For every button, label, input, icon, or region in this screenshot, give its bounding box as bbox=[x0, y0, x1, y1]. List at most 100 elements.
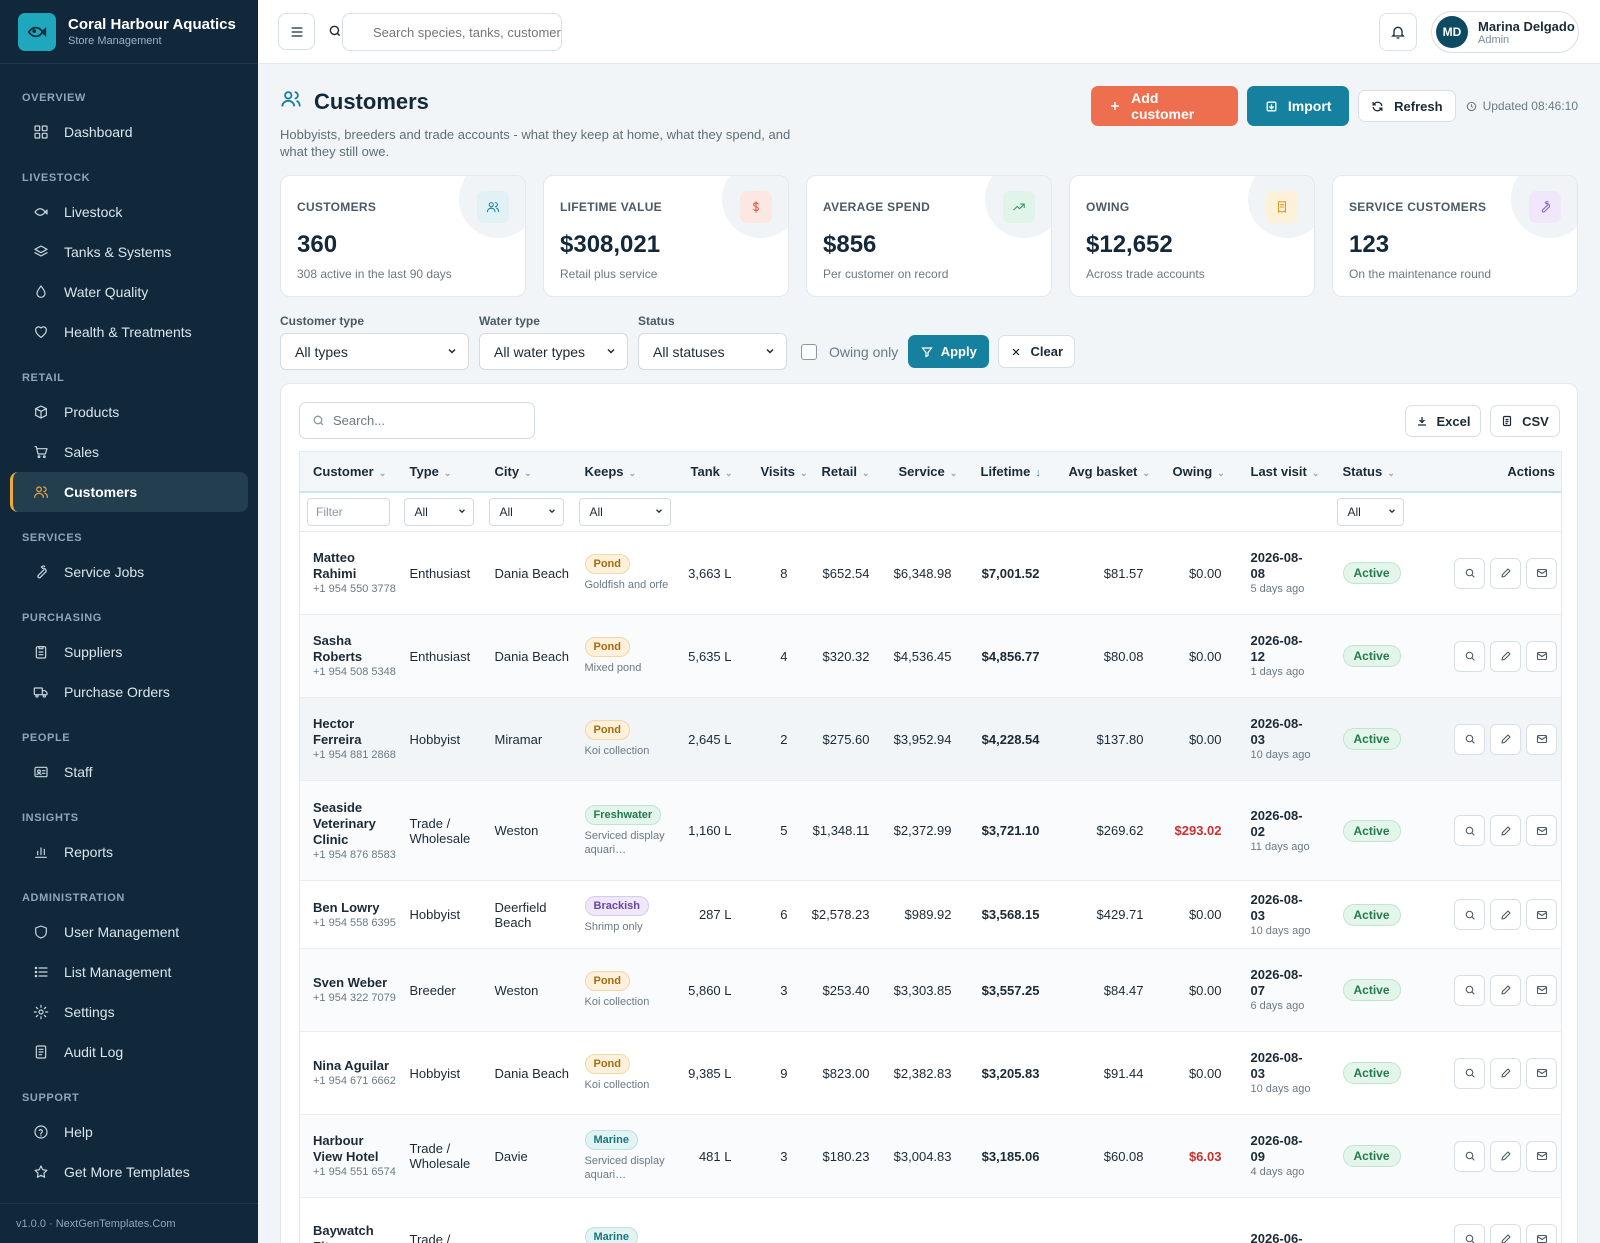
type-column-filter[interactable]: All bbox=[403, 497, 474, 526]
customer-column-filter[interactable]: Filter bbox=[307, 497, 390, 526]
col-lifetime[interactable]: Lifetime ↓ bbox=[967, 451, 1056, 493]
customer-type-select[interactable]: All types bbox=[280, 333, 469, 370]
view-customer-button[interactable] bbox=[1454, 723, 1485, 755]
customer-name[interactable]: Harbour View Hotel bbox=[313, 1133, 397, 1165]
table-row[interactable]: Sasha Roberts +1 954 508 5348 Enthusiast Da… bbox=[299, 614, 1562, 698]
edit-customer-button[interactable] bbox=[1490, 640, 1521, 672]
col-customer[interactable]: Customer ⌄ bbox=[299, 451, 397, 493]
sidebar-item-help[interactable]: Help bbox=[10, 1112, 248, 1152]
sidebar-item-tanks-systems[interactable]: Tanks & Systems bbox=[10, 232, 248, 272]
col-avg-basket[interactable]: Avg basket ⌄ bbox=[1055, 451, 1160, 493]
customer-name[interactable]: Matteo Rahimi bbox=[313, 550, 397, 582]
email-customer-button[interactable] bbox=[1526, 1057, 1557, 1089]
user-menu[interactable]: MD Marina Delgado Admin bbox=[1431, 11, 1579, 53]
customer-name[interactable]: Nina Aguilar bbox=[313, 1058, 397, 1074]
customer-name[interactable]: Hector Ferreira bbox=[313, 716, 397, 748]
sidebar-item-get-more-templates[interactable]: Get More Templates bbox=[10, 1152, 248, 1192]
view-customer-button[interactable] bbox=[1454, 640, 1485, 672]
email-customer-button[interactable] bbox=[1526, 815, 1557, 846]
import-button[interactable]: Import bbox=[1247, 86, 1350, 126]
col-city[interactable]: City ⌄ bbox=[481, 451, 572, 493]
customer-name[interactable]: Sven Weber bbox=[313, 975, 397, 991]
customer-name[interactable]: Seaside Veterinary Clinic bbox=[313, 800, 397, 848]
sidebar-item-health-treatments[interactable]: Health & Treatments bbox=[10, 312, 248, 352]
sidebar-item-sales[interactable]: Sales bbox=[10, 432, 248, 472]
edit-customer-button[interactable] bbox=[1490, 1140, 1521, 1172]
col-owing[interactable]: Owing ⌄ bbox=[1159, 451, 1238, 493]
edit-customer-button[interactable] bbox=[1490, 557, 1521, 589]
table-row[interactable]: Seaside Veterinary Clinic +1 954 876 8583… bbox=[299, 780, 1562, 881]
sidebar-item-suppliers[interactable]: Suppliers bbox=[10, 632, 248, 672]
edit-customer-button[interactable] bbox=[1490, 723, 1521, 755]
sidebar-item-dashboard[interactable]: Dashboard bbox=[10, 112, 248, 152]
col-visits[interactable]: Visits ⌄ bbox=[747, 451, 808, 493]
view-customer-button[interactable] bbox=[1454, 899, 1485, 930]
table-row[interactable]: Matteo Rahimi +1 954 550 3778 Enthusiast Da… bbox=[299, 531, 1562, 615]
sidebar-item-reports[interactable]: Reports bbox=[10, 832, 248, 872]
sidebar-item-audit-log[interactable]: Audit Log bbox=[10, 1032, 248, 1072]
city-column-filter[interactable]: All bbox=[488, 497, 564, 526]
view-customer-button[interactable] bbox=[1454, 1223, 1485, 1243]
col-tank[interactable]: Tank ⌄ bbox=[677, 451, 748, 493]
col-service[interactable]: Service ⌄ bbox=[885, 451, 968, 493]
water-type-select[interactable]: All water types bbox=[479, 333, 628, 370]
status-select[interactable]: All statuses bbox=[638, 333, 787, 370]
refresh-button[interactable]: Refresh bbox=[1358, 90, 1456, 122]
email-customer-button[interactable] bbox=[1526, 1140, 1557, 1172]
view-customer-button[interactable] bbox=[1454, 557, 1485, 589]
edit-customer-button[interactable] bbox=[1490, 899, 1521, 930]
keeps-column-filter[interactable]: All bbox=[578, 497, 671, 526]
export-csv-button[interactable]: CSV bbox=[1490, 405, 1560, 437]
status-column-filter[interactable]: All bbox=[1336, 497, 1404, 526]
clear-filters-button[interactable]: Clear bbox=[998, 335, 1076, 368]
edit-customer-button[interactable] bbox=[1490, 815, 1521, 846]
add-customer-button[interactable]: Add customer bbox=[1091, 86, 1239, 126]
table-search-input[interactable]: Search... bbox=[299, 402, 535, 439]
col-keeps[interactable]: Keeps ⌄ bbox=[571, 451, 678, 493]
view-customer-button[interactable] bbox=[1454, 815, 1485, 846]
col-type[interactable]: Type ⌄ bbox=[396, 451, 482, 493]
email-customer-button[interactable] bbox=[1526, 974, 1557, 1006]
notifications-button[interactable] bbox=[1379, 13, 1417, 51]
view-customer-button[interactable] bbox=[1454, 1140, 1485, 1172]
sidebar-item-livestock[interactable]: Livestock bbox=[10, 192, 248, 232]
col-last-visit[interactable]: Last visit ⌄ bbox=[1237, 451, 1330, 493]
customer-name[interactable]: Baywatch Fitness bbox=[313, 1223, 397, 1243]
edit-customer-button[interactable] bbox=[1490, 1057, 1521, 1089]
table-row[interactable]: Hector Ferreira +1 954 881 2868 Hobbyist Mi… bbox=[299, 697, 1562, 781]
table-row[interactable]: Baywatch Fitness Trade / Marine 2026-06- bbox=[299, 1197, 1562, 1243]
sidebar-item-settings[interactable]: Settings bbox=[10, 992, 248, 1032]
global-search-input[interactable] bbox=[342, 13, 562, 51]
table-row[interactable]: Harbour View Hotel +1 954 551 6574 Trade /… bbox=[299, 1114, 1562, 1198]
edit-customer-button[interactable] bbox=[1490, 1223, 1521, 1243]
table-row[interactable]: Sven Weber +1 954 322 7079 Breeder Weston Po… bbox=[299, 948, 1562, 1032]
email-customer-button[interactable] bbox=[1526, 723, 1557, 755]
owing-only-checkbox[interactable] bbox=[801, 343, 817, 360]
customer-name[interactable]: Ben Lowry bbox=[313, 900, 397, 916]
customer-name[interactable]: Sasha Roberts bbox=[313, 633, 397, 665]
email-customer-button[interactable] bbox=[1526, 899, 1557, 930]
email-customer-button[interactable] bbox=[1526, 640, 1557, 672]
col-retail[interactable]: Retail ⌄ bbox=[803, 451, 886, 493]
sidebar-item-water-quality[interactable]: Water Quality bbox=[10, 272, 248, 312]
view-customer-button[interactable] bbox=[1454, 1057, 1485, 1089]
sidebar-item-customers[interactable]: Customers bbox=[10, 472, 248, 512]
apply-filters-button[interactable]: Apply bbox=[908, 335, 990, 368]
table-row[interactable]: Nina Aguilar +1 954 671 6662 Hobbyist Dania… bbox=[299, 1031, 1562, 1115]
sidebar-item-products[interactable]: Products bbox=[10, 392, 248, 432]
view-customer-button[interactable] bbox=[1454, 974, 1485, 1006]
owing-only-toggle[interactable]: Owing only bbox=[801, 333, 898, 370]
email-customer-button[interactable] bbox=[1526, 1223, 1557, 1243]
bar-chart-icon bbox=[32, 843, 50, 861]
sidebar-item-list-management[interactable]: List Management bbox=[10, 952, 248, 992]
col-status[interactable]: Status ⌄ bbox=[1329, 451, 1410, 493]
menu-button[interactable] bbox=[278, 13, 315, 50]
table-row[interactable]: Ben Lowry +1 954 558 6395 Hobbyist Deerfiel… bbox=[299, 880, 1562, 949]
export-excel-button[interactable]: Excel bbox=[1405, 405, 1481, 437]
email-customer-button[interactable] bbox=[1526, 557, 1557, 589]
sidebar-item-purchase-orders[interactable]: Purchase Orders bbox=[10, 672, 248, 712]
sidebar-item-staff[interactable]: Staff bbox=[10, 752, 248, 792]
edit-customer-button[interactable] bbox=[1490, 974, 1521, 1006]
sidebar-item-service-jobs[interactable]: Service Jobs bbox=[10, 552, 248, 592]
sidebar-item-user-management[interactable]: User Management bbox=[10, 912, 248, 952]
